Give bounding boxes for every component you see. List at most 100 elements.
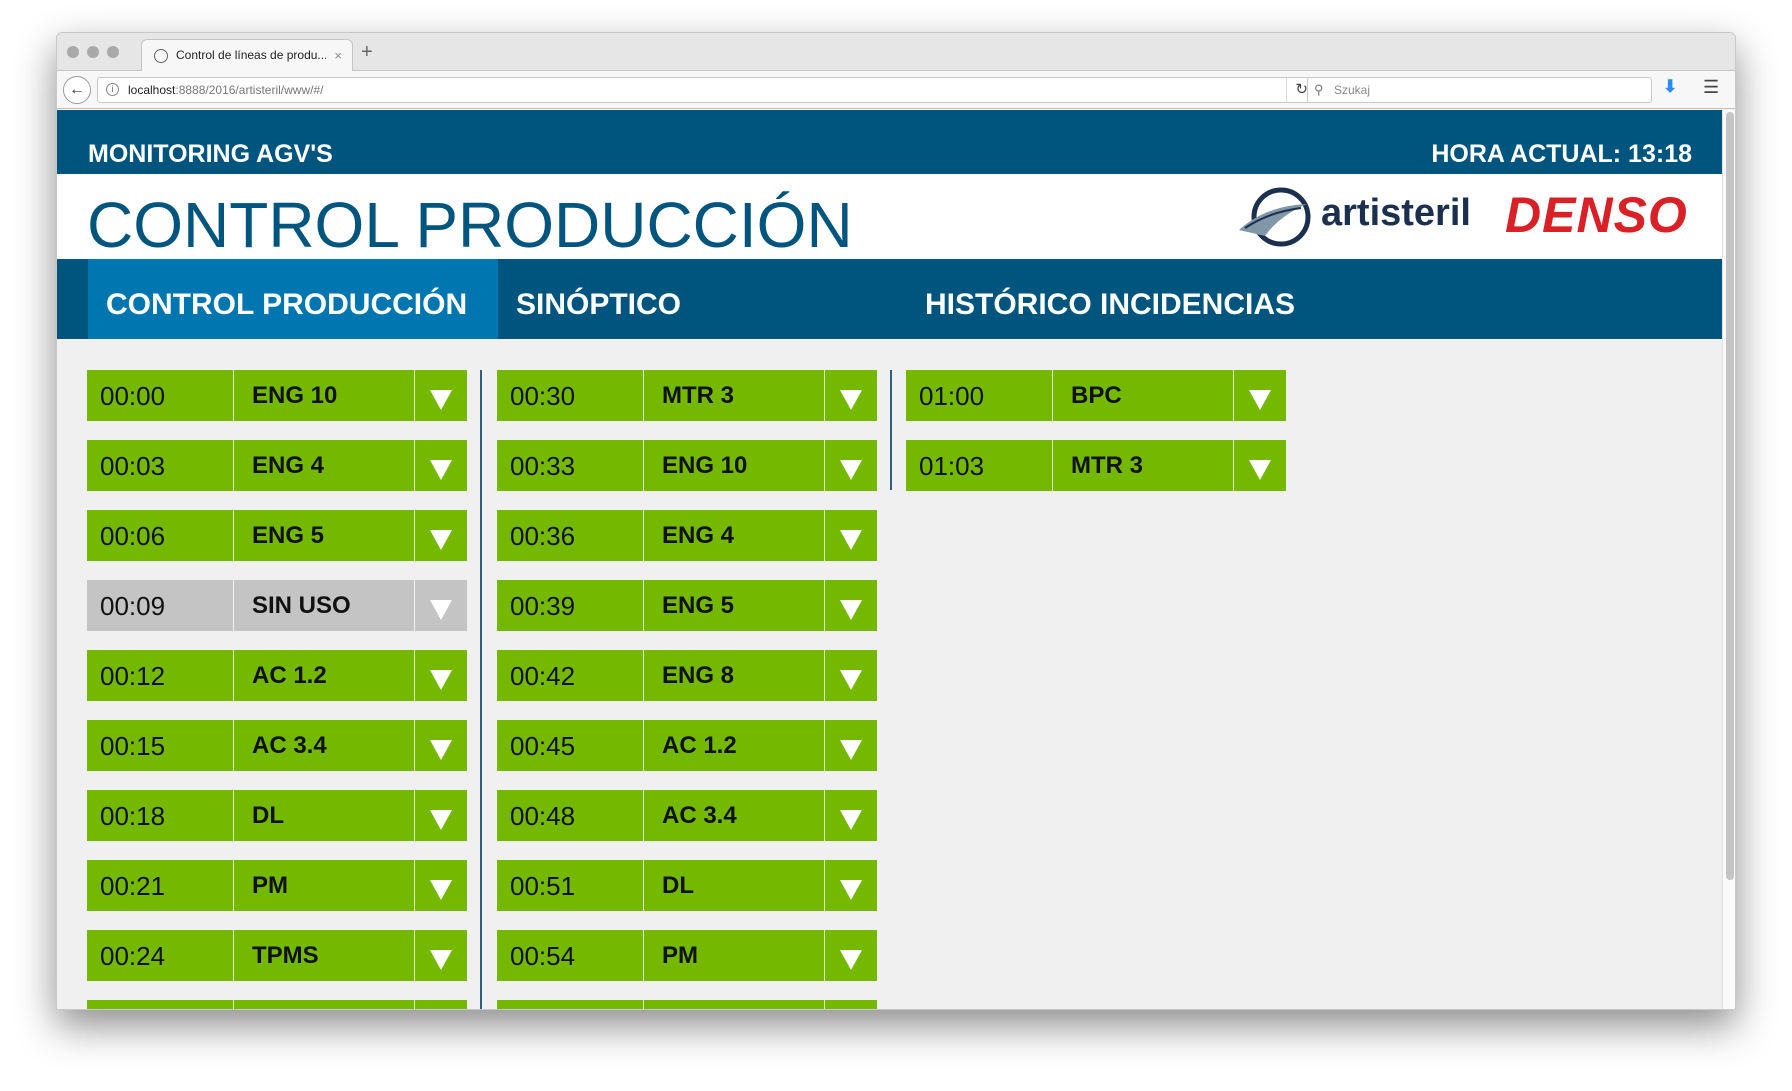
info-icon[interactable]: i — [106, 83, 119, 96]
row-line-name: BPC — [1071, 382, 1122, 409]
schedule-row[interactable]: 00:15 AC 3.4 — [87, 720, 467, 771]
dropdown-arrow-icon[interactable] — [430, 670, 452, 690]
dropdown-arrow-icon[interactable] — [840, 600, 862, 620]
schedule-row[interactable]: 00:54 PM — [497, 930, 877, 981]
browser-tab[interactable]: Control de líneas de produ... × — [141, 39, 353, 72]
row-separator — [414, 650, 415, 701]
tab-close-icon[interactable]: × — [334, 40, 342, 71]
row-time: 00:18 — [100, 801, 166, 831]
tab-historico-incidencias[interactable]: HISTÓRICO INCIDENCIAS — [907, 259, 1327, 339]
schedule-row[interactable]: 00:36 ENG 4 — [497, 510, 877, 561]
page-content: MONITORING AGV'S HORA ACTUAL: 13:18 CONT… — [57, 110, 1722, 1009]
tab-control-produccion[interactable]: CONTROL PRODUCCIÓN — [88, 259, 498, 339]
row-separator — [643, 1000, 644, 1009]
url-path: :8888/2016/artisteril/www/#/ — [175, 83, 324, 97]
back-arrow-icon: ← — [69, 81, 85, 98]
schedule-row[interactable]: 00:39 ENG 5 — [497, 580, 877, 631]
schedule-row[interactable]: 00:18 DL — [87, 790, 467, 841]
row-separator — [414, 510, 415, 561]
download-icon[interactable]: ⬇ — [1663, 77, 1677, 97]
schedule-row[interactable]: 00:24 TPMS — [87, 930, 467, 981]
dropdown-arrow-icon[interactable] — [840, 530, 862, 550]
row-line-name: AC 1.2 — [662, 732, 737, 759]
dropdown-arrow-icon[interactable] — [430, 600, 452, 620]
schedule-row[interactable]: 00:30 MTR 3 — [497, 370, 877, 421]
page-header: CONTROL PRODUCCIÓN artisteril DENSO — [57, 174, 1722, 261]
address-bar[interactable]: i localhost:8888/2016/artisteril/www/#/ … — [97, 77, 1315, 103]
row-separator — [824, 580, 825, 631]
dropdown-arrow-icon[interactable] — [840, 460, 862, 480]
schedule-row[interactable]: 00:21 PM — [87, 860, 467, 911]
reload-icon[interactable]: ↻ — [1286, 78, 1308, 102]
dropdown-arrow-icon[interactable] — [1249, 390, 1271, 410]
row-separator — [414, 1000, 415, 1009]
row-separator — [1233, 440, 1234, 491]
browser-window: Control de líneas de produ... × + ← i lo… — [56, 32, 1736, 1010]
artisteril-swoosh-icon — [1239, 187, 1311, 247]
back-button[interactable]: ← — [63, 76, 91, 104]
row-separator — [643, 370, 644, 421]
dropdown-arrow-icon[interactable] — [840, 740, 862, 760]
schedule-row[interactable]: 01:00 BPC — [906, 370, 1286, 421]
dropdown-arrow-icon[interactable] — [840, 880, 862, 900]
artisteril-logo: artisteril — [1235, 184, 1535, 250]
hamburger-menu-icon[interactable]: ☰ — [1703, 77, 1719, 98]
row-time: 00:36 — [510, 521, 576, 551]
dropdown-arrow-icon[interactable] — [430, 740, 452, 760]
row-separator — [233, 580, 234, 631]
schedule-row[interactable]: 00:42 ENG 8 — [497, 650, 877, 701]
row-separator — [643, 930, 644, 981]
denso-logo: DENSO — [1505, 187, 1688, 243]
search-input[interactable]: ⚲ Szukaj — [1307, 77, 1652, 103]
minimize-window-button[interactable] — [87, 46, 99, 58]
schedule-row[interactable]: 00:06 ENG 5 — [87, 510, 467, 561]
schedule-row[interactable]: 00:03 ENG 4 — [87, 440, 467, 491]
schedule-row[interactable]: 00:45 AC 1.2 — [497, 720, 877, 771]
globe-icon — [154, 49, 168, 63]
row-time: 00:00 — [100, 381, 166, 411]
dropdown-arrow-icon[interactable] — [840, 670, 862, 690]
row-line-name: ENG 10 — [662, 452, 748, 479]
schedule-row[interactable]: 00:09 SIN USO — [87, 580, 467, 631]
schedule-row[interactable]: 01:03 MTR 3 — [906, 440, 1286, 491]
row-separator — [643, 860, 644, 911]
row-separator — [233, 930, 234, 981]
row-line-name: AC 3.4 — [662, 802, 737, 829]
dropdown-arrow-icon[interactable] — [840, 390, 862, 410]
schedule-row[interactable]: 00:51 DL — [497, 860, 877, 911]
dropdown-arrow-icon[interactable] — [430, 530, 452, 550]
schedule-row[interactable]: 00:33 ENG 10 — [497, 440, 877, 491]
dropdown-arrow-icon[interactable] — [430, 460, 452, 480]
new-tab-button[interactable]: + — [361, 41, 373, 64]
dropdown-arrow-icon[interactable] — [430, 950, 452, 970]
row-separator — [643, 790, 644, 841]
row-time: 00:33 — [510, 451, 576, 481]
close-window-button[interactable] — [67, 46, 79, 58]
dropdown-arrow-icon[interactable] — [430, 390, 452, 410]
tab-sinoptico[interactable]: SINÓPTICO — [498, 259, 890, 339]
vertical-scrollbar[interactable] — [1722, 110, 1735, 1009]
row-time: 01:03 — [919, 451, 985, 481]
schedule-row[interactable] — [87, 1000, 467, 1009]
dropdown-arrow-icon[interactable] — [840, 810, 862, 830]
schedule-row[interactable]: 00:48 AC 3.4 — [497, 790, 877, 841]
row-separator — [1052, 440, 1053, 491]
dropdown-arrow-icon[interactable] — [430, 810, 452, 830]
dropdown-arrow-icon[interactable] — [840, 950, 862, 970]
dropdown-arrow-icon[interactable] — [430, 880, 452, 900]
zoom-window-button[interactable] — [107, 46, 119, 58]
schedule-row[interactable]: 00:00 ENG 10 — [87, 370, 467, 421]
schedule-row[interactable] — [497, 1000, 877, 1009]
row-line-name: ENG 4 — [662, 522, 735, 549]
row-separator — [414, 930, 415, 981]
row-separator — [824, 650, 825, 701]
top-bar: MONITORING AGV'S HORA ACTUAL: 13:18 — [57, 110, 1722, 174]
dropdown-arrow-icon[interactable] — [1249, 460, 1271, 480]
scrollbar-thumb[interactable] — [1726, 112, 1734, 880]
row-separator — [824, 720, 825, 771]
row-time: 00:54 — [510, 941, 576, 971]
schedule-row[interactable]: 00:12 AC 1.2 — [87, 650, 467, 701]
row-line-name: AC 3.4 — [252, 732, 327, 759]
main-tabs: CONTROL PRODUCCIÓN SINÓPTICO HISTÓRICO I… — [57, 259, 1722, 339]
search-placeholder: Szukaj — [1334, 83, 1371, 97]
